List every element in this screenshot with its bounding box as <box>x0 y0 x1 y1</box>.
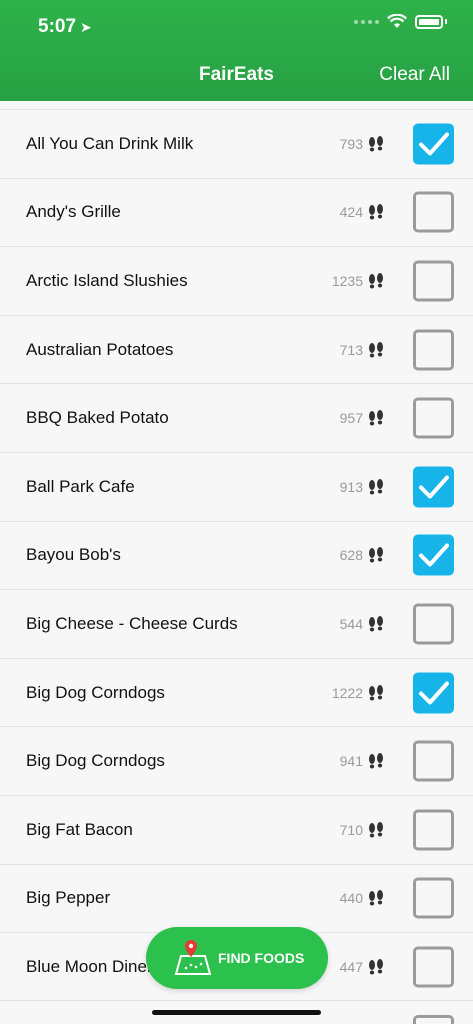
footprints-icon <box>367 890 385 906</box>
vendor-name: Blue Moon Diner <box>26 956 153 976</box>
list-item[interactable]: Big Pepper 440 <box>0 863 473 933</box>
vendor-name: Big Dog Corndogs <box>26 751 165 771</box>
checkbox-unchecked[interactable] <box>413 809 454 851</box>
footprints-icon <box>367 753 385 769</box>
vendor-name: Big Dog Corndogs <box>26 682 165 702</box>
checkbox-checked[interactable] <box>413 534 454 576</box>
list-item[interactable]: BBQ Baked Potato 957 <box>0 383 473 452</box>
footprints-icon <box>367 341 385 358</box>
nav-header: 5:07 ➤ FairEats Clear All <box>0 0 473 101</box>
vendor-name: BBQ Baked Potato <box>26 408 169 428</box>
step-count: 544 <box>339 615 363 632</box>
footprints-icon <box>367 821 385 838</box>
checkbox-partial[interactable] <box>413 1015 454 1024</box>
vendor-name: All You Can Drink Milk <box>26 133 194 153</box>
vendor-name: Australian Potatoes <box>26 339 174 359</box>
vendor-name: Big Fat Bacon <box>26 819 133 839</box>
list-item[interactable]: All You Can Drink Milk 793 <box>0 109 473 178</box>
checkbox-checked[interactable] <box>413 672 454 714</box>
wifi-icon <box>387 14 407 28</box>
list-item[interactable]: Big Dog Corndogs 1222 <box>0 657 473 727</box>
checkbox-checked[interactable] <box>413 123 454 165</box>
step-count: 1222 <box>331 684 363 701</box>
list-item[interactable]: Australian Potatoes 713 <box>0 314 473 384</box>
clear-all-button[interactable]: Clear All <box>379 64 450 86</box>
find-foods-label: FIND FOODS <box>218 950 305 966</box>
footprints-icon <box>367 615 385 632</box>
home-indicator <box>152 1010 321 1015</box>
battery-cap <box>445 19 447 24</box>
step-count: 424 <box>339 204 363 221</box>
list-item[interactable]: Ball Park Cafe 913 <box>0 451 473 521</box>
list-item[interactable]: Bayou Bob's 628 <box>0 520 473 590</box>
vendor-name: Arctic Island Slushies <box>26 270 188 290</box>
list-item[interactable]: Big Fat Bacon 710 <box>0 794 473 864</box>
list-item[interactable]: Arctic Island Slushies 1235 <box>0 246 473 315</box>
checkbox-unchecked[interactable] <box>413 603 454 645</box>
footprints-icon <box>367 204 385 220</box>
footprints-icon <box>367 958 385 975</box>
battery-icon <box>415 14 443 29</box>
checkbox-unchecked[interactable] <box>413 740 454 782</box>
vendor-list: All You Can Drink Milk 793 Andy's Grille 42… <box>0 109 473 1001</box>
cellular-icon <box>354 19 379 24</box>
step-count: 713 <box>339 341 363 358</box>
step-count: 957 <box>339 410 363 427</box>
footprints-icon <box>367 272 385 289</box>
map-pin-icon <box>174 940 212 975</box>
status-icons <box>354 14 447 29</box>
step-count: 710 <box>339 821 363 838</box>
step-count: 793 <box>339 135 363 152</box>
vendor-name: Andy's Grille <box>26 202 121 222</box>
step-count: 440 <box>339 890 363 907</box>
list-item[interactable]: Big Dog Corndogs 941 <box>0 726 473 795</box>
step-count: 628 <box>339 547 363 564</box>
status-time-text: 5:07 <box>38 16 77 37</box>
vendor-name: Ball Park Cafe <box>26 476 135 496</box>
vendor-name: Big Pepper <box>26 888 111 908</box>
footprints-icon <box>367 135 385 152</box>
list-item[interactable]: Big Cheese - Cheese Curds 544 <box>0 589 473 658</box>
step-count: 1235 <box>331 272 363 289</box>
checkbox-unchecked[interactable] <box>413 260 454 302</box>
checkbox-unchecked[interactable] <box>413 397 454 439</box>
footprints-icon <box>367 410 385 426</box>
checkbox-unchecked[interactable] <box>413 877 454 919</box>
checkbox-unchecked[interactable] <box>413 329 454 371</box>
status-time: 5:07 ➤ <box>38 16 92 38</box>
checkbox-unchecked[interactable] <box>413 946 454 988</box>
find-foods-button[interactable]: FIND FOODS <box>146 927 328 989</box>
location-arrow-icon: ➤ <box>80 19 92 35</box>
footprints-icon <box>367 478 385 495</box>
step-count: 941 <box>339 753 363 770</box>
step-count: 447 <box>339 958 363 975</box>
footprints-icon <box>367 547 385 563</box>
vendor-name: Big Cheese - Cheese Curds <box>26 613 238 633</box>
checkbox-unchecked[interactable] <box>413 191 454 233</box>
footprints-icon <box>367 684 385 701</box>
checkbox-checked[interactable] <box>413 466 454 508</box>
list-item[interactable]: Andy's Grille 424 <box>0 177 473 247</box>
vendor-name: Bayou Bob's <box>26 545 121 565</box>
step-count: 913 <box>339 478 363 495</box>
